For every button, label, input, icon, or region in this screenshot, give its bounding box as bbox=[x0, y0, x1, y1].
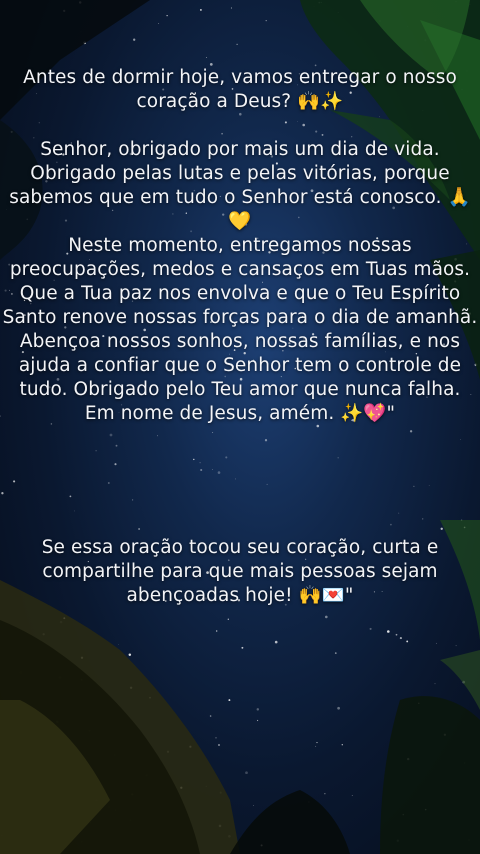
prayer-line: tudo. Obrigado pelo Teu amor que nunca f… bbox=[19, 379, 461, 400]
call-to-action-caption: Se essa oração tocou seu coração, curta … bbox=[0, 536, 480, 608]
prayer-line: Neste momento, entregamos nossas bbox=[68, 235, 412, 256]
prayer-line: 💛 bbox=[228, 211, 252, 232]
prayer-line: Que a Tua paz nos envolva e que o Teu Es… bbox=[19, 283, 461, 304]
cta-line: Se essa oração tocou seu coração, curta … bbox=[41, 537, 439, 558]
prayer-line: Senhor, obrigado por mais um dia de vida… bbox=[40, 139, 440, 160]
prayer-line: Em nome de Jesus, amém. ✨💖" bbox=[84, 403, 396, 424]
prayer-line: Obrigado pelas lutas e pelas vitórias, p… bbox=[30, 163, 450, 184]
cta-line: compartilhe para que mais pessoas sejam bbox=[42, 561, 438, 582]
prayer-caption: Antes de dormir hoje, vamos entregar o n… bbox=[0, 66, 480, 426]
prayer-line: Abençoa nossos sonhos, nossas famílias, … bbox=[19, 331, 461, 352]
prayer-line: Santo renove nossas forças para o dia de… bbox=[2, 307, 478, 328]
prayer-line: sabemos que em tudo o Senhor está conosc… bbox=[9, 187, 471, 208]
prayer-line: ajuda a confiar que o Senhor tem o contr… bbox=[18, 355, 462, 376]
caption-intro-line: Antes de dormir hoje, vamos entregar o n… bbox=[23, 67, 457, 88]
cta-line: abençoadas hoje! 🙌💌" bbox=[126, 585, 354, 606]
caption-intro-line: coração a Deus? 🙌✨ bbox=[136, 91, 344, 112]
prayer-line: preocupações, medos e cansaços em Tuas m… bbox=[9, 259, 471, 280]
